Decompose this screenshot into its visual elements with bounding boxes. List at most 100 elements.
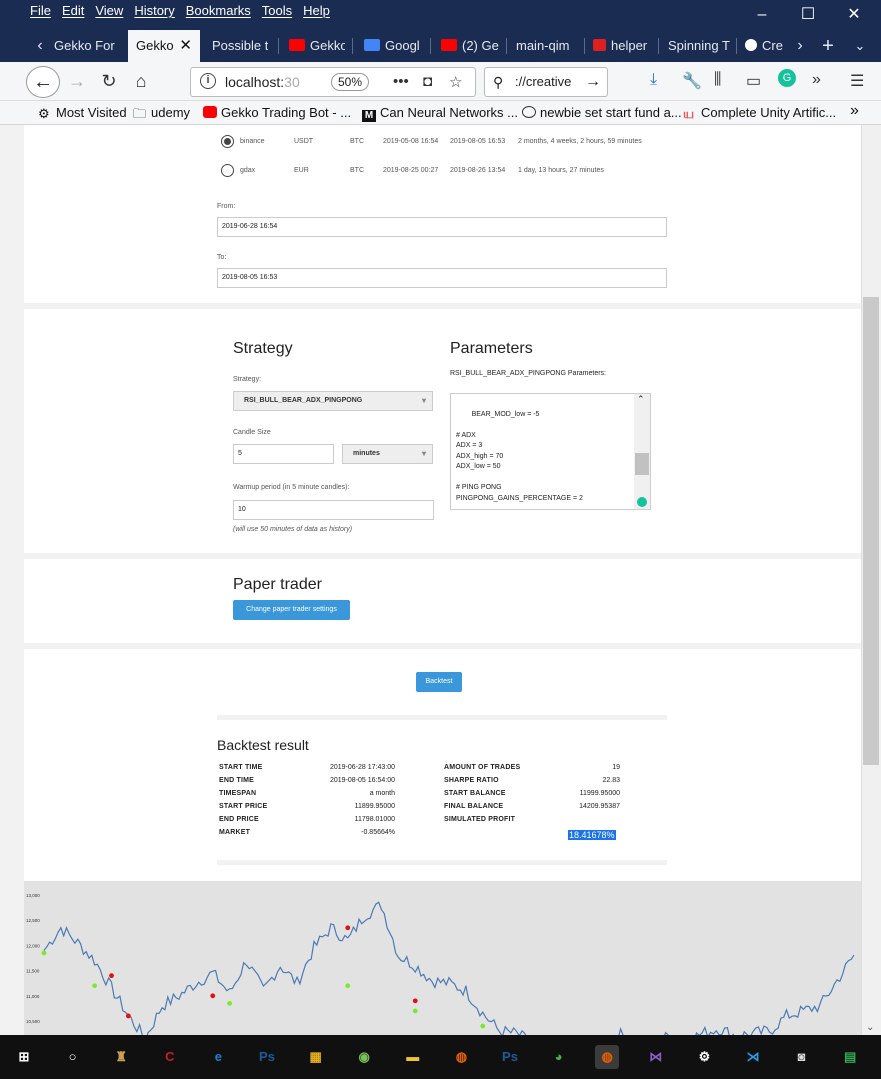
bookmarks-overflow-icon[interactable]: » [850,102,859,120]
backtest-button[interactable]: Backtest [416,672,462,692]
to-date-input[interactable]: 2019-08-05 16:53 [217,268,667,288]
tab-6[interactable]: main-qim [516,30,578,62]
menu-file[interactable]: File [30,3,51,18]
candle-unit-select[interactable]: minutes [342,444,433,464]
tab-3[interactable]: Gekko [289,30,345,62]
photoshop-icon[interactable]: Ps [255,1045,279,1069]
home-icon[interactable]: ⌂ [126,67,156,95]
grammarly-icon[interactable]: G [778,69,796,87]
tab-7[interactable]: helper [593,30,651,62]
tab-close-icon[interactable]: ✕ [179,30,192,62]
from-date-input[interactable]: 2019-06-28 16:54 [217,217,667,237]
back-arrow-icon[interactable]: ← [26,66,60,98]
tab-list-chevron-down-icon[interactable]: ⌄ [850,30,870,62]
menu-history[interactable]: History [134,3,174,18]
page-scrollbar[interactable]: ⌄ [861,125,881,1035]
cortana-icon[interactable]: ○ [61,1045,85,1069]
vscode-icon[interactable]: ⋊ [741,1045,765,1069]
textarea-scroll-thumb[interactable] [635,453,649,475]
url-bar[interactable]: i localhost:30 50% ••• ◘ ☆ [190,67,476,97]
new-tab-icon[interactable]: + [818,30,838,62]
tab-5[interactable]: (2) Gek [441,30,499,62]
menu-edit[interactable]: Edit [62,3,84,18]
file-explorer-icon[interactable]: ▬ [401,1045,425,1069]
dataset-radio-binance[interactable] [221,135,234,148]
edge-icon[interactable]: e [206,1045,230,1069]
textarea-scrollbar[interactable]: ⌃ [634,394,650,509]
menu-tools[interactable]: Tools [262,3,292,18]
menu-help[interactable]: Help [303,3,330,18]
maximize-button[interactable]: ☐ [788,4,828,26]
page-content: binance USDT BTC 2019-05-08 16:54 2019-0… [24,125,861,1035]
tab-8[interactable]: Spinning T [668,30,730,62]
dataset-radio-gdax[interactable] [221,164,234,177]
tab-scroll-left-icon[interactable]: ‹ [30,30,50,62]
visual-studio-icon[interactable]: ⋈ [644,1045,668,1069]
photoshop-icon-2[interactable]: Ps [498,1045,522,1069]
bookmark-star-icon[interactable]: ☆ [449,73,462,91]
menu-view[interactable]: View [95,3,123,18]
warmup-label: Warmup period (in 5 minute candles): [233,484,350,491]
settings-icon[interactable]: ⚙ [692,1045,716,1069]
strategy-select[interactable]: RSI_BULL_BEAR_ADX_PINGPONG [233,391,433,411]
result-key: TIMESPAN [219,790,257,797]
change-paper-trader-settings-button[interactable]: Change paper trader settings [233,600,350,620]
media-app-icon[interactable]: ◙ [790,1045,814,1069]
sidebar-toggle-icon[interactable]: ▭ [746,71,761,91]
search-go-arrow-icon[interactable]: → [585,68,601,96]
red-app-icon[interactable]: C [158,1045,182,1069]
scroll-down-chevron-icon[interactable]: ⌄ [866,1022,874,1033]
bookmark-neural-networks[interactable]: M Can Neural Networks ... [362,105,518,122]
candle-size-input[interactable]: 5 [233,444,334,464]
page-actions-icon[interactable]: ••• [393,73,409,90]
chrome-icon[interactable]: ◕ [547,1045,571,1069]
hamburger-menu-icon[interactable]: ☰ [850,71,864,91]
page-scroll-thumb[interactable] [863,297,879,765]
firefox-active-icon[interactable]: ◍ [595,1045,620,1069]
site-info-icon[interactable]: i [200,73,216,89]
firefox-icon[interactable]: ◍ [449,1045,473,1069]
windows-start-icon[interactable]: ⊞ [12,1045,36,1069]
search-input[interactable]: ⚲ ://creative → [484,67,608,97]
tab-9[interactable]: Cre [745,30,787,62]
grammarly-badge-icon[interactable] [637,497,647,507]
warmup-input[interactable]: 10 [233,500,434,520]
close-window-button[interactable]: ✕ [834,4,874,26]
bookmark-unity[interactable]: ய Complete Unity Artific... [683,105,836,121]
youtube-icon [441,39,457,51]
result-value: 11798.01000 [354,816,395,823]
zoom-level-badge[interactable]: 50% [331,73,369,91]
result-key: AMOUNT OF TRADES [444,764,521,771]
tab-0[interactable]: Gekko For [54,30,124,62]
tab-label: helper [611,38,648,53]
pocket-icon[interactable]: ◘ [423,73,432,90]
wrench-icon[interactable]: 🔧 [682,71,702,91]
menu-bookmarks[interactable]: Bookmarks [186,3,251,18]
tab-strip: ‹ Gekko For Gekko ✕ Possible to Gekko Goo… [0,30,881,62]
yellow-app-icon[interactable]: ▦ [304,1045,328,1069]
parameters-text: BEAR_MOD_low = -5 # ADX ADX = 3 ADX_high… [456,410,583,502]
bookmark-newbie-fund[interactable]: newbie set start fund a... [522,105,682,120]
download-icon[interactable]: ⤓ [650,71,657,89]
rocket-app-icon[interactable]: ♜ [109,1045,133,1069]
tab-1-active[interactable]: Gekko ✕ [128,30,200,62]
tab-scroll-right-icon[interactable]: › [792,30,808,62]
scroll-up-chevron-icon[interactable]: ⌃ [637,394,645,405]
parameters-heading: Parameters [450,340,533,357]
bookmark-gekko-trading-bot[interactable]: Gekko Trading Bot - ... [203,105,351,120]
search-icon: ⚲ [493,74,504,90]
bookmark-udemy[interactable]: 🗀 udemy [133,105,190,121]
paper-trader-heading: Paper trader [233,576,322,593]
tab-4[interactable]: Googl [364,30,422,62]
forward-arrow-icon[interactable]: → [62,67,92,95]
google-translate-icon [364,39,380,51]
tab-2[interactable]: Possible to [212,30,268,62]
android-studio-icon[interactable]: ◉ [352,1045,376,1069]
overflow-chevron-icon[interactable]: » [812,71,821,89]
minimize-button[interactable]: – [742,4,782,26]
reload-icon[interactable]: ↻ [94,67,124,95]
bookmark-most-visited[interactable]: ⚙ Most Visited [38,105,127,121]
sheets-icon[interactable]: ▤ [838,1045,862,1069]
parameters-textarea[interactable]: BEAR_MOD_low = -5 # ADX ADX = 3 ADX_high… [450,393,651,510]
library-icon[interactable]: ⫼ [714,71,721,89]
